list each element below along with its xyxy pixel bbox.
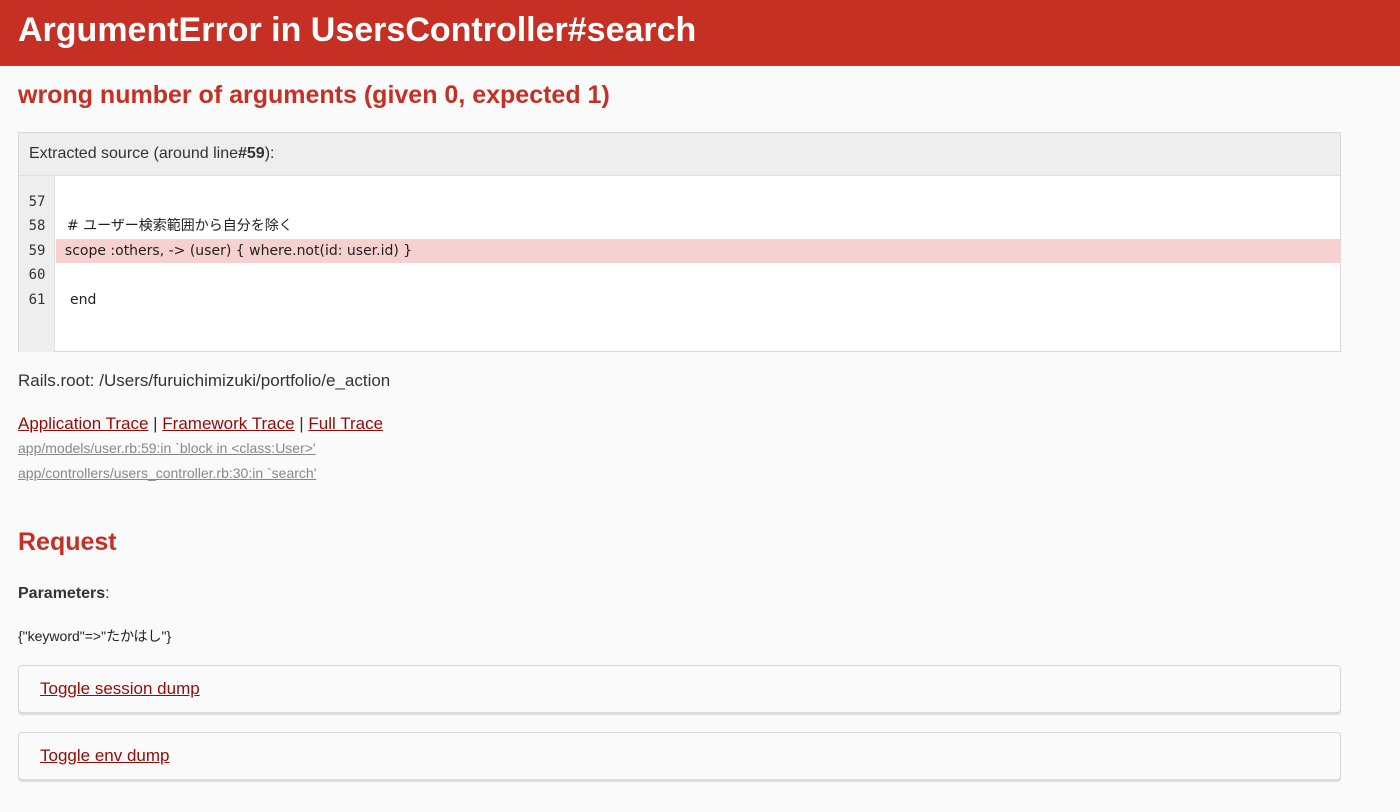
line-number: 60: [28, 267, 46, 283]
full-trace-link[interactable]: Full Trace: [308, 414, 383, 433]
line-number: 58: [28, 218, 46, 234]
parameters-label-text: Parameters: [18, 585, 106, 602]
code-line: end: [70, 292, 97, 308]
line-number: 59: [28, 243, 46, 259]
trace-separator: |: [148, 414, 163, 433]
framework-trace-link[interactable]: Framework Trace: [162, 414, 294, 433]
rails-root: Rails.root: /Users/furuichimizuki/portfo…: [18, 371, 391, 390]
env-dump-panel: Toggle env dump: [18, 732, 1341, 780]
code-line: # ユーザー検索範囲から自分を除く: [58, 218, 293, 234]
trace-item-link[interactable]: app/models/user.rb:59:in `block in <clas…: [18, 438, 316, 458]
line-number: 57: [28, 194, 46, 210]
line-number: 61: [28, 292, 46, 308]
code-line-highlighted: scope :others, -> (user) { where.not(id:…: [56, 239, 1341, 263]
toggle-env-dump-link[interactable]: Toggle env dump: [40, 746, 169, 766]
source-heading: Extracted source (around line #59):: [19, 133, 1340, 176]
source-heading-prefix: Extracted source (around line: [29, 145, 238, 162]
error-header: ArgumentError in UsersController#search: [0, 0, 1400, 66]
parameters-value: {"keyword"=>"たかはし"}: [18, 628, 172, 644]
extracted-source: Extracted source (around line #59): 57 5…: [18, 132, 1341, 352]
application-trace-link[interactable]: Application Trace: [18, 414, 148, 433]
trace-tabs: Application Trace | Framework Trace | Fu…: [18, 413, 383, 435]
parameters-label: Parameters:: [18, 583, 110, 605]
source-heading-line: #59: [238, 145, 265, 162]
request-heading: Request: [18, 528, 117, 556]
trace-separator: |: [294, 414, 309, 433]
toggle-session-dump-link[interactable]: Toggle session dump: [40, 679, 200, 699]
page-title: ArgumentError in UsersController#search: [18, 11, 697, 49]
trace-item-link[interactable]: app/controllers/users_controller.rb:30:i…: [18, 463, 316, 483]
error-message: wrong number of arguments (given 0, expe…: [18, 81, 610, 109]
parameters-colon: :: [105, 585, 110, 602]
source-heading-suffix: ):: [264, 145, 275, 162]
session-dump-panel: Toggle session dump: [18, 665, 1341, 713]
